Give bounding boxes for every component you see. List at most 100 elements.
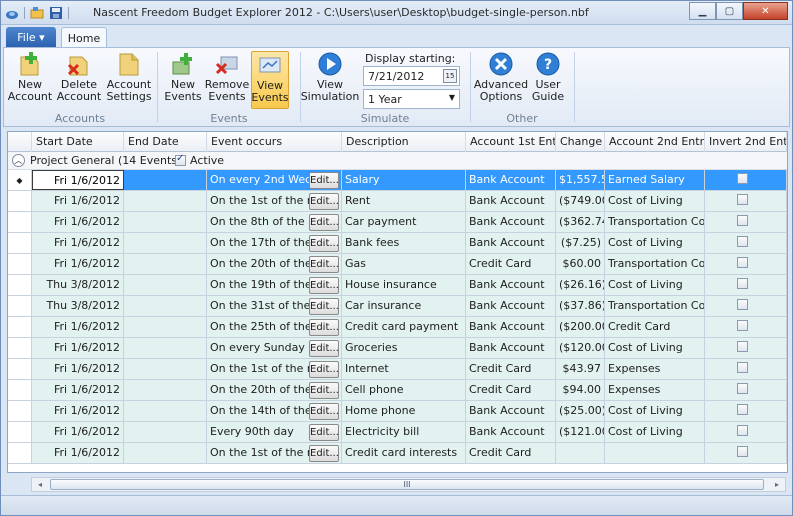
cell-start-date[interactable]: Fri 1/6/2012	[32, 212, 124, 232]
col-invert-2nd[interactable]: Invert 2nd Entry	[705, 132, 787, 152]
cell-description[interactable]: Bank fees	[342, 233, 466, 253]
cell-account-1st[interactable]: Credit Card	[466, 443, 556, 463]
cell-description[interactable]: Credit card payment	[342, 317, 466, 337]
row-selector[interactable]	[8, 191, 32, 211]
cell-account-1st[interactable]: Bank Account	[466, 422, 556, 442]
cell-account-1st[interactable]: Bank Account	[466, 275, 556, 295]
cell-account-1st[interactable]: Bank Account	[466, 317, 556, 337]
cell-event-occurs[interactable]: On the 31st of the m Edit...	[207, 296, 342, 316]
cell-account-2nd[interactable]	[605, 443, 705, 463]
cell-account-2nd[interactable]: Cost of Living	[605, 401, 705, 421]
invert-checkbox[interactable]	[737, 404, 748, 415]
table-row[interactable]: Fri 1/6/2012 On the 20th of the m Edit... G…	[8, 254, 787, 275]
cell-event-occurs[interactable]: Every 90th day Edit...	[207, 422, 342, 442]
edit-event-button[interactable]: Edit...	[309, 403, 339, 420]
cell-description[interactable]: Car insurance	[342, 296, 466, 316]
cell-invert-2nd[interactable]	[705, 296, 787, 316]
cell-description[interactable]: House insurance	[342, 275, 466, 295]
cell-description[interactable]: Home phone	[342, 401, 466, 421]
cell-end-date[interactable]	[124, 338, 207, 358]
row-selector[interactable]	[8, 422, 32, 442]
collapse-icon[interactable]: ︿	[12, 154, 25, 167]
cell-start-date[interactable]: Fri 1/6/2012	[32, 317, 124, 337]
cell-account-2nd[interactable]: Transportation Costs	[605, 212, 705, 232]
cell-account-1st[interactable]: Bank Account	[466, 401, 556, 421]
new-account-button[interactable]: New Account	[8, 51, 52, 109]
cell-invert-2nd[interactable]	[705, 233, 787, 253]
cell-event-occurs[interactable]: On the 20th of the m Edit...	[207, 380, 342, 400]
edit-event-button[interactable]: Edit...	[309, 193, 339, 210]
table-row[interactable]: Fri 1/6/2012 On every Sunday Edit... Grocer…	[8, 338, 787, 359]
row-selector[interactable]	[8, 317, 32, 337]
cell-event-occurs[interactable]: On the 19th of the m Edit...	[207, 275, 342, 295]
cell-event-occurs[interactable]: On the 8th of the mo Edit...	[207, 212, 342, 232]
col-account-1st[interactable]: Account 1st Entry	[466, 132, 556, 152]
cell-end-date[interactable]	[124, 254, 207, 274]
edit-event-button[interactable]: Edit...	[309, 319, 339, 336]
cell-start-date[interactable]: Fri 1/6/2012	[32, 443, 124, 463]
table-row[interactable]: Fri 1/6/2012 On the 8th of the mo Edit... C…	[8, 212, 787, 233]
row-selector[interactable]	[8, 443, 32, 463]
cell-end-date[interactable]	[124, 422, 207, 442]
cell-start-date[interactable]: Thu 3/8/2012	[32, 275, 124, 295]
cell-end-date[interactable]	[124, 191, 207, 211]
row-selector[interactable]	[8, 275, 32, 295]
cell-account-2nd[interactable]: Transportation Costs	[605, 254, 705, 274]
cell-end-date[interactable]	[124, 170, 207, 190]
calendar-icon[interactable]: 15	[443, 69, 457, 83]
app-icon[interactable]	[5, 6, 19, 20]
cell-end-date[interactable]	[124, 296, 207, 316]
cell-change[interactable]: ($362.74)	[556, 212, 605, 232]
cell-account-2nd[interactable]: Expenses	[605, 380, 705, 400]
invert-checkbox[interactable]	[737, 194, 748, 205]
view-simulation-button[interactable]: View Simulation	[301, 51, 359, 109]
cell-change[interactable]: ($121.00)	[556, 422, 605, 442]
invert-checkbox[interactable]	[737, 278, 748, 289]
cell-end-date[interactable]	[124, 212, 207, 232]
row-selector[interactable]	[8, 233, 32, 253]
cell-event-occurs[interactable]: On the 1st of the mo Edit...	[207, 191, 342, 211]
row-selector[interactable]	[8, 254, 32, 274]
horizontal-scrollbar[interactable]: ◂ III ▸	[31, 477, 786, 492]
cell-description[interactable]: Salary	[342, 170, 466, 190]
cell-change[interactable]: ($7.25)	[556, 233, 605, 253]
cell-invert-2nd[interactable]	[705, 212, 787, 232]
invert-checkbox[interactable]	[737, 215, 748, 226]
cell-account-1st[interactable]: Bank Account	[466, 170, 556, 190]
cell-account-1st[interactable]: Credit Card	[466, 359, 556, 379]
edit-event-button[interactable]: Edit...	[309, 172, 339, 189]
invert-checkbox[interactable]	[737, 320, 748, 331]
cell-account-2nd[interactable]: Transportation Costs	[605, 296, 705, 316]
table-row[interactable]: Fri 1/6/2012 On the 20th of the m Edit... C…	[8, 380, 787, 401]
edit-event-button[interactable]: Edit...	[309, 340, 339, 357]
col-account-2nd[interactable]: Account 2nd Entry	[605, 132, 705, 152]
edit-event-button[interactable]: Edit...	[309, 424, 339, 441]
cell-invert-2nd[interactable]	[705, 380, 787, 400]
cell-change[interactable]: $94.00	[556, 380, 605, 400]
table-row[interactable]: Thu 3/8/2012 On the 31st of the m Edit... C…	[8, 296, 787, 317]
cell-account-2nd[interactable]: Cost of Living	[605, 191, 705, 211]
cell-invert-2nd[interactable]	[705, 338, 787, 358]
cell-invert-2nd[interactable]	[705, 401, 787, 421]
cell-start-date[interactable]: Fri 1/6/2012	[32, 191, 124, 211]
table-row[interactable]: ◆ Fri 1/6/2012 On every 2nd Wedne Edit... Sa…	[8, 170, 787, 191]
cell-account-1st[interactable]: Bank Account	[466, 212, 556, 232]
invert-checkbox[interactable]	[737, 425, 748, 436]
cell-account-2nd[interactable]: Earned Salary	[605, 170, 705, 190]
cell-change[interactable]: $43.97	[556, 359, 605, 379]
scroll-left-icon[interactable]: ◂	[34, 479, 46, 490]
open-folder-icon[interactable]	[30, 6, 44, 20]
cell-account-1st[interactable]: Credit Card	[466, 254, 556, 274]
invert-checkbox[interactable]	[737, 446, 748, 457]
invert-checkbox[interactable]	[737, 236, 748, 247]
group-active-checkbox[interactable]	[175, 153, 186, 166]
cell-change[interactable]	[556, 443, 605, 463]
edit-event-button[interactable]: Edit...	[309, 277, 339, 294]
advanced-options-button[interactable]: Advanced Options	[474, 51, 528, 109]
cell-description[interactable]: Rent	[342, 191, 466, 211]
scrollbar-thumb[interactable]: III	[50, 479, 764, 490]
new-events-button[interactable]: New Events	[163, 51, 203, 109]
edit-event-button[interactable]: Edit...	[309, 445, 339, 462]
cell-event-occurs[interactable]: On the 20th of the m Edit...	[207, 254, 342, 274]
edit-event-button[interactable]: Edit...	[309, 214, 339, 231]
